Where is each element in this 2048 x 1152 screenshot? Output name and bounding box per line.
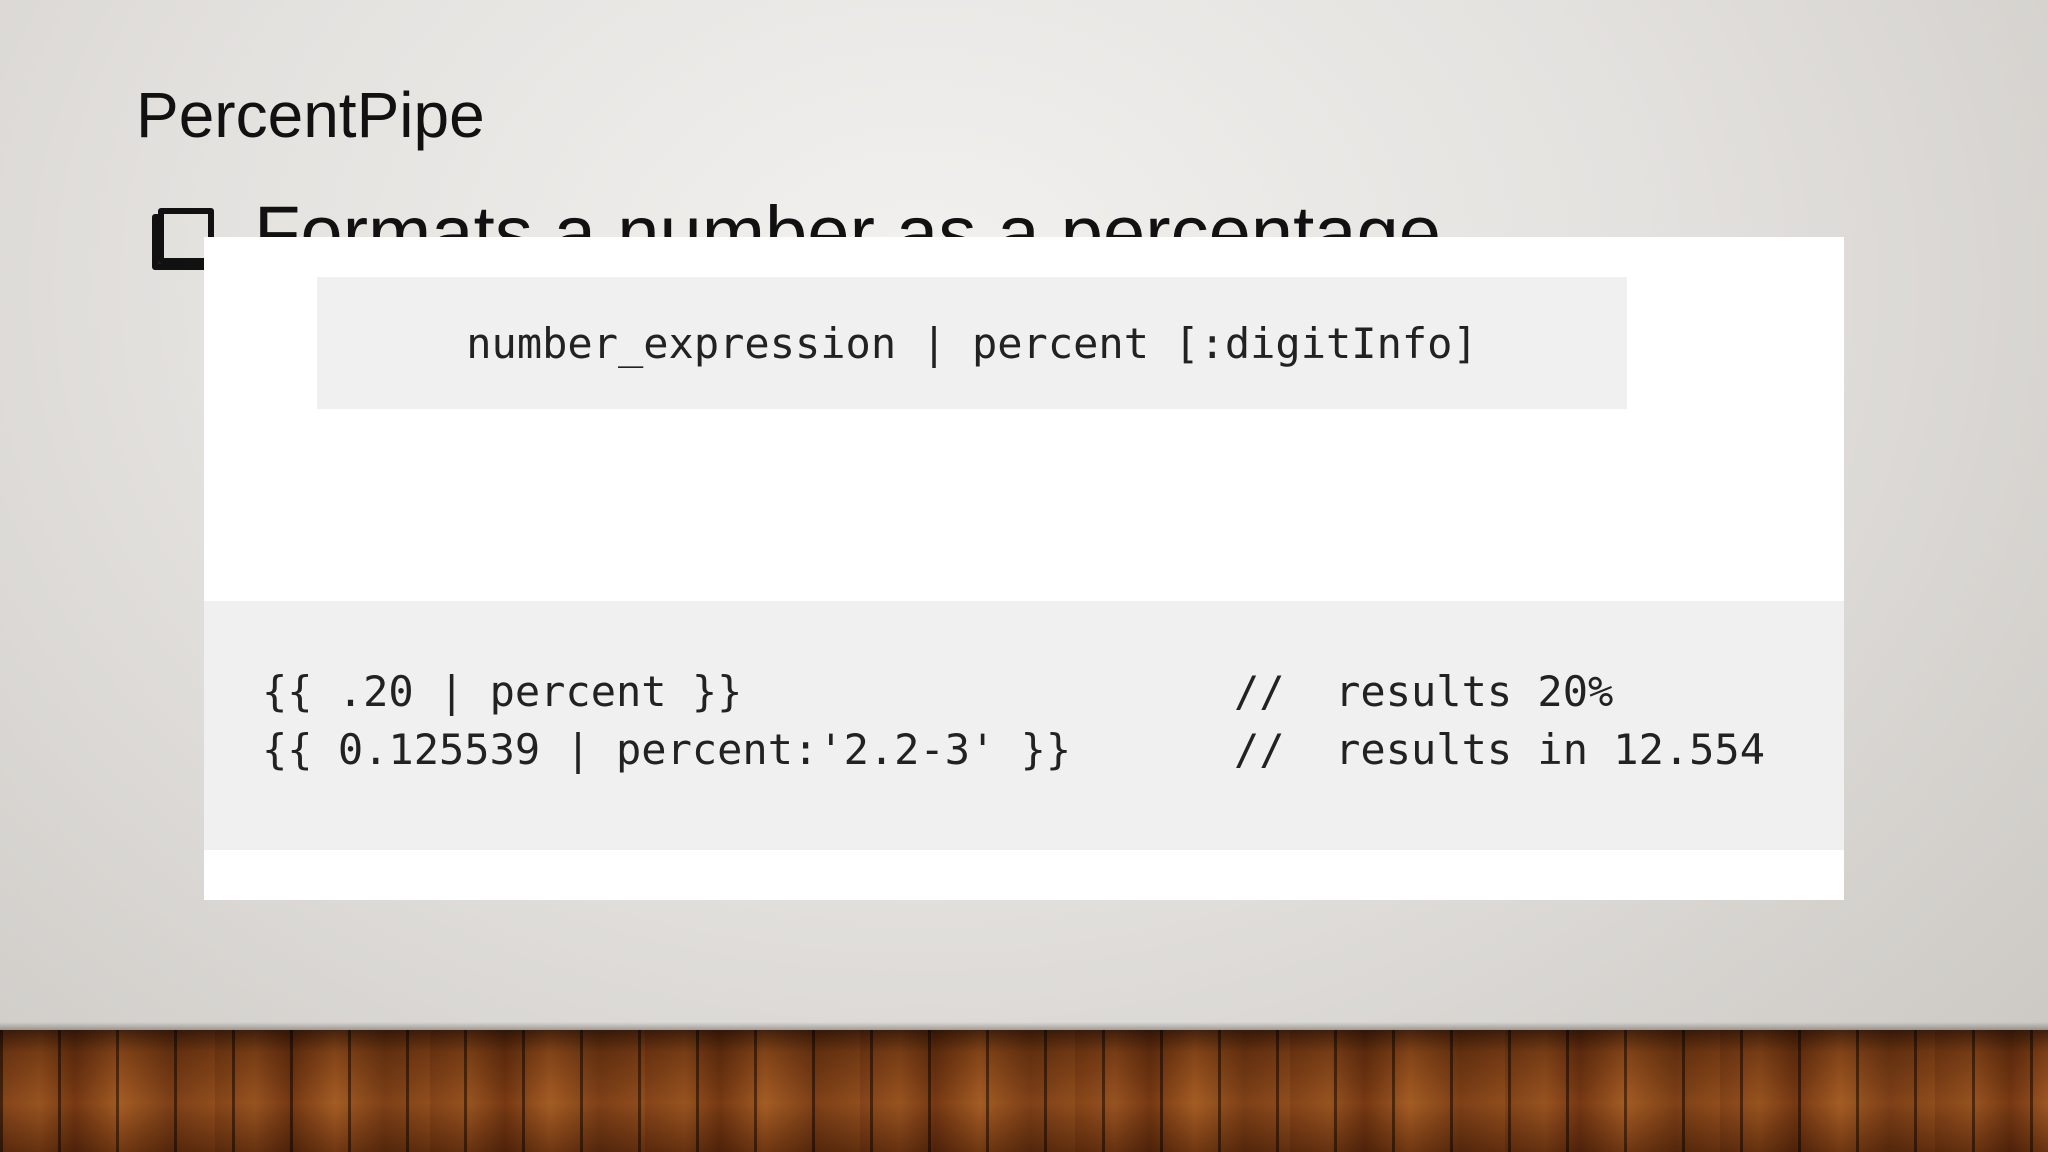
example-comment: // results in 12.554 [1234, 725, 1766, 774]
code-image-panel: number_expression | percent [:digitInfo]… [204, 237, 1844, 900]
example-code: {{ .20 | percent }} [262, 667, 743, 716]
slide-title: PercentPipe [136, 79, 485, 151]
wooden-floor [0, 1030, 2048, 1152]
examples-block: {{ .20 | percent }} // results 20% {{ 0.… [204, 601, 1844, 850]
syntax-text: number_expression | percent [:digitInfo] [466, 318, 1478, 368]
syntax-block: number_expression | percent [:digitInfo] [317, 277, 1627, 409]
slide: PercentPipe Formats a number as a percen… [0, 0, 2048, 1152]
example-code: {{ 0.125539 | percent:'2.2-3' }} [262, 725, 1072, 774]
example-comment: // results 20% [1234, 667, 1614, 716]
